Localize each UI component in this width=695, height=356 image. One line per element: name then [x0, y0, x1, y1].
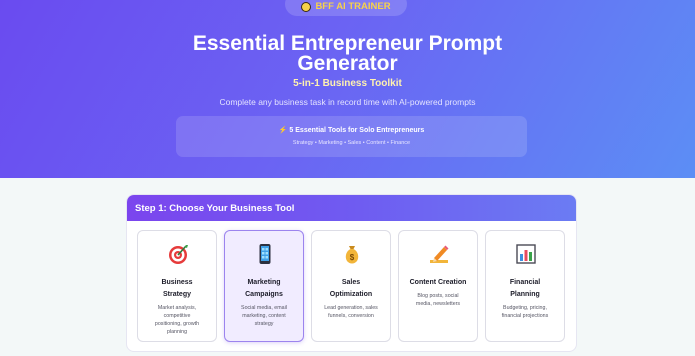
- tool-card-description: Budgeting, pricing, financial projection…: [490, 304, 560, 320]
- tool-card-content-creation[interactable]: Content Creation Blog posts, social medi…: [398, 230, 478, 342]
- brand-badge-label: BFF AI TRAINER: [315, 1, 391, 12]
- tool-card-title-line: Marketing: [247, 279, 281, 286]
- tool-card-financial-planning[interactable]: Financial Planning Budgeting, pricing, f…: [485, 230, 565, 342]
- pencil-icon: [430, 245, 449, 263]
- tools-summary-title: ⚡ 5 Essential Tools for Solo Entrepreneur…: [176, 126, 527, 134]
- tool-card-description-line: planning: [166, 329, 188, 335]
- tool-card-description-line: competitive: [163, 313, 191, 319]
- tools-summary-box: ⚡ 5 Essential Tools for Solo Entrepreneur…: [176, 116, 527, 157]
- tool-card-title-line: Business: [161, 279, 193, 286]
- tool-card-title-line: Financial: [509, 279, 541, 286]
- tool-card-business-strategy[interactable]: Business Strategy Market analysis, compe…: [137, 230, 217, 342]
- page-tagline: Complete any business task in record tim…: [219, 97, 476, 107]
- tool-card-title: Business Strategy: [142, 277, 212, 301]
- tool-card-description-line: financial projections: [501, 313, 549, 319]
- tool-card-title: Content Creation: [403, 277, 473, 289]
- tools-summary-list: Strategy • Marketing • Sales • Content •…: [292, 140, 411, 146]
- tool-card-title-line: Sales: [341, 279, 361, 286]
- tool-card-title-line: Optimization: [329, 291, 373, 298]
- money-bag-icon: $: [345, 246, 359, 264]
- tool-card-description-line: Market analysis,: [157, 305, 197, 311]
- tool-card-description: Blog posts, social media, newsletters: [403, 292, 473, 308]
- tool-card-title-line: Content Creation: [409, 279, 467, 286]
- tool-card-description-line: marketing, content: [242, 313, 286, 319]
- page-title: Essential Entrepreneur Prompt Generator: [0, 32, 695, 75]
- tool-card-description-line: Blog posts, social: [417, 293, 459, 299]
- target-icon: [169, 245, 188, 264]
- tool-card-title: Sales Optimization: [316, 277, 386, 301]
- tool-card-title: Financial Planning: [490, 277, 560, 301]
- page-subtitle: 5-in-1 Business Toolkit: [293, 78, 402, 89]
- tool-card-description: Social media, email marketing, content s…: [229, 304, 299, 328]
- tool-card-title-line: Planning: [510, 291, 540, 298]
- step-header: Step 1: Choose Your Business Tool: [127, 195, 576, 221]
- tool-card-title: Marketing Campaigns: [229, 277, 299, 301]
- tool-card-description: Market analysis, competitive positioning…: [142, 304, 212, 336]
- tools-summary-title-text: 5 Essential Tools for Solo Entrepreneurs: [289, 127, 425, 134]
- svg-text:$: $: [350, 253, 355, 262]
- tool-card-description-line: Social media, email: [241, 305, 287, 311]
- tool-card-description-line: Lead generation, sales: [324, 305, 378, 311]
- tool-card-description-line: strategy: [254, 321, 274, 327]
- tool-card-description-line: positioning, growth: [154, 321, 200, 327]
- brand-badge: BFF AI TRAINER: [285, 0, 407, 16]
- tool-card-description-line: funnels, conversion: [328, 313, 374, 319]
- tool-card-description: Lead generation, sales funnels, conversi…: [316, 304, 386, 320]
- lightning-icon: ⚡: [278, 127, 288, 134]
- tool-card-sales-optimization[interactable]: $ Sales Optimization Lead generation, sa…: [311, 230, 391, 342]
- tool-card-title-line: Campaigns: [245, 291, 283, 298]
- tool-card-description-line: media, newsletters: [415, 301, 461, 307]
- hero-banner: BFF AI TRAINER Essential Entrepreneur Pr…: [0, 0, 695, 178]
- page-title-line-2: Generator: [297, 52, 398, 75]
- tool-card-title-line: Strategy: [162, 291, 191, 298]
- phone-icon: [259, 244, 271, 264]
- page-title-line-1: Essential Entrepreneur Prompt: [192, 32, 503, 55]
- tool-selection-panel: Step 1: Choose Your Business Tool Busine…: [126, 194, 577, 352]
- tool-card-marketing-campaigns[interactable]: Marketing Campaigns Social media, email …: [224, 230, 304, 342]
- tool-card-description-line: Budgeting, pricing,: [503, 305, 547, 311]
- robot-icon: [301, 1, 312, 12]
- bar-chart-icon: [516, 244, 536, 264]
